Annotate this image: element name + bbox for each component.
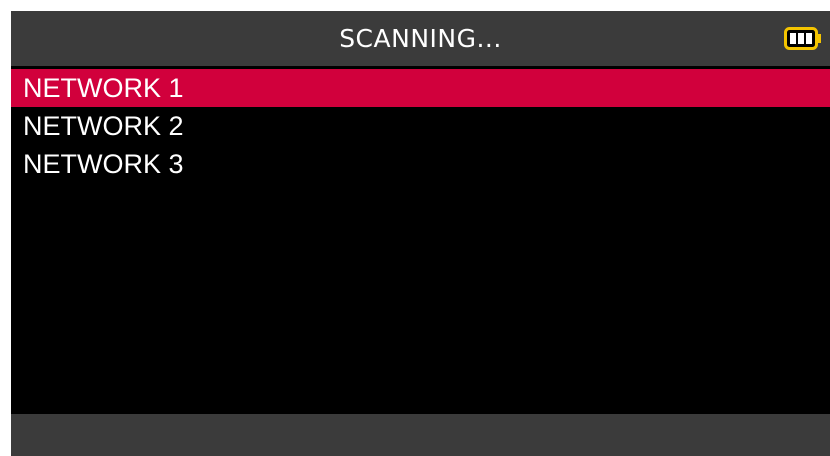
network-item-3[interactable]: NETWORK 3	[11, 145, 830, 183]
battery-full-icon	[784, 27, 821, 50]
network-item-1[interactable]: NETWORK 1	[11, 69, 830, 107]
network-item-2[interactable]: NETWORK 2	[11, 107, 830, 145]
page-title: SCANNING...	[339, 24, 502, 53]
network-list: NETWORK 1 NETWORK 2 NETWORK 3	[11, 69, 830, 183]
device-screen: SCANNING... NETWORK 1 NETWORK 2 NETWORK …	[11, 11, 830, 456]
header-bar: SCANNING...	[11, 11, 830, 66]
footer-bar	[11, 414, 830, 456]
